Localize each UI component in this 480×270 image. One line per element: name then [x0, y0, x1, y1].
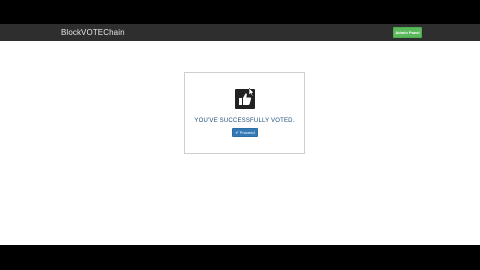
mouse-cursor-icon	[249, 88, 255, 97]
vote-confirmation-card: YOU'VE SUCCESSFULLY VOTED. ✔ Proceed	[184, 72, 305, 154]
letterbox-top	[0, 0, 480, 24]
brand-title[interactable]: BlockVOTEChain	[61, 27, 125, 38]
main-content: YOU'VE SUCCESSFULLY VOTED. ✔ Proceed	[0, 41, 480, 245]
navbar: BlockVOTEChain Admin Panel	[0, 24, 480, 41]
admin-panel-button[interactable]: Admin Panel	[393, 27, 422, 38]
video-frame: BlockVOTEChain Admin Panel YOU'VE SUCCES…	[0, 0, 480, 270]
letterbox-bottom	[0, 245, 480, 270]
success-message: YOU'VE SUCCESSFULLY VOTED.	[194, 118, 295, 124]
proceed-button[interactable]: ✔ Proceed	[232, 128, 258, 137]
